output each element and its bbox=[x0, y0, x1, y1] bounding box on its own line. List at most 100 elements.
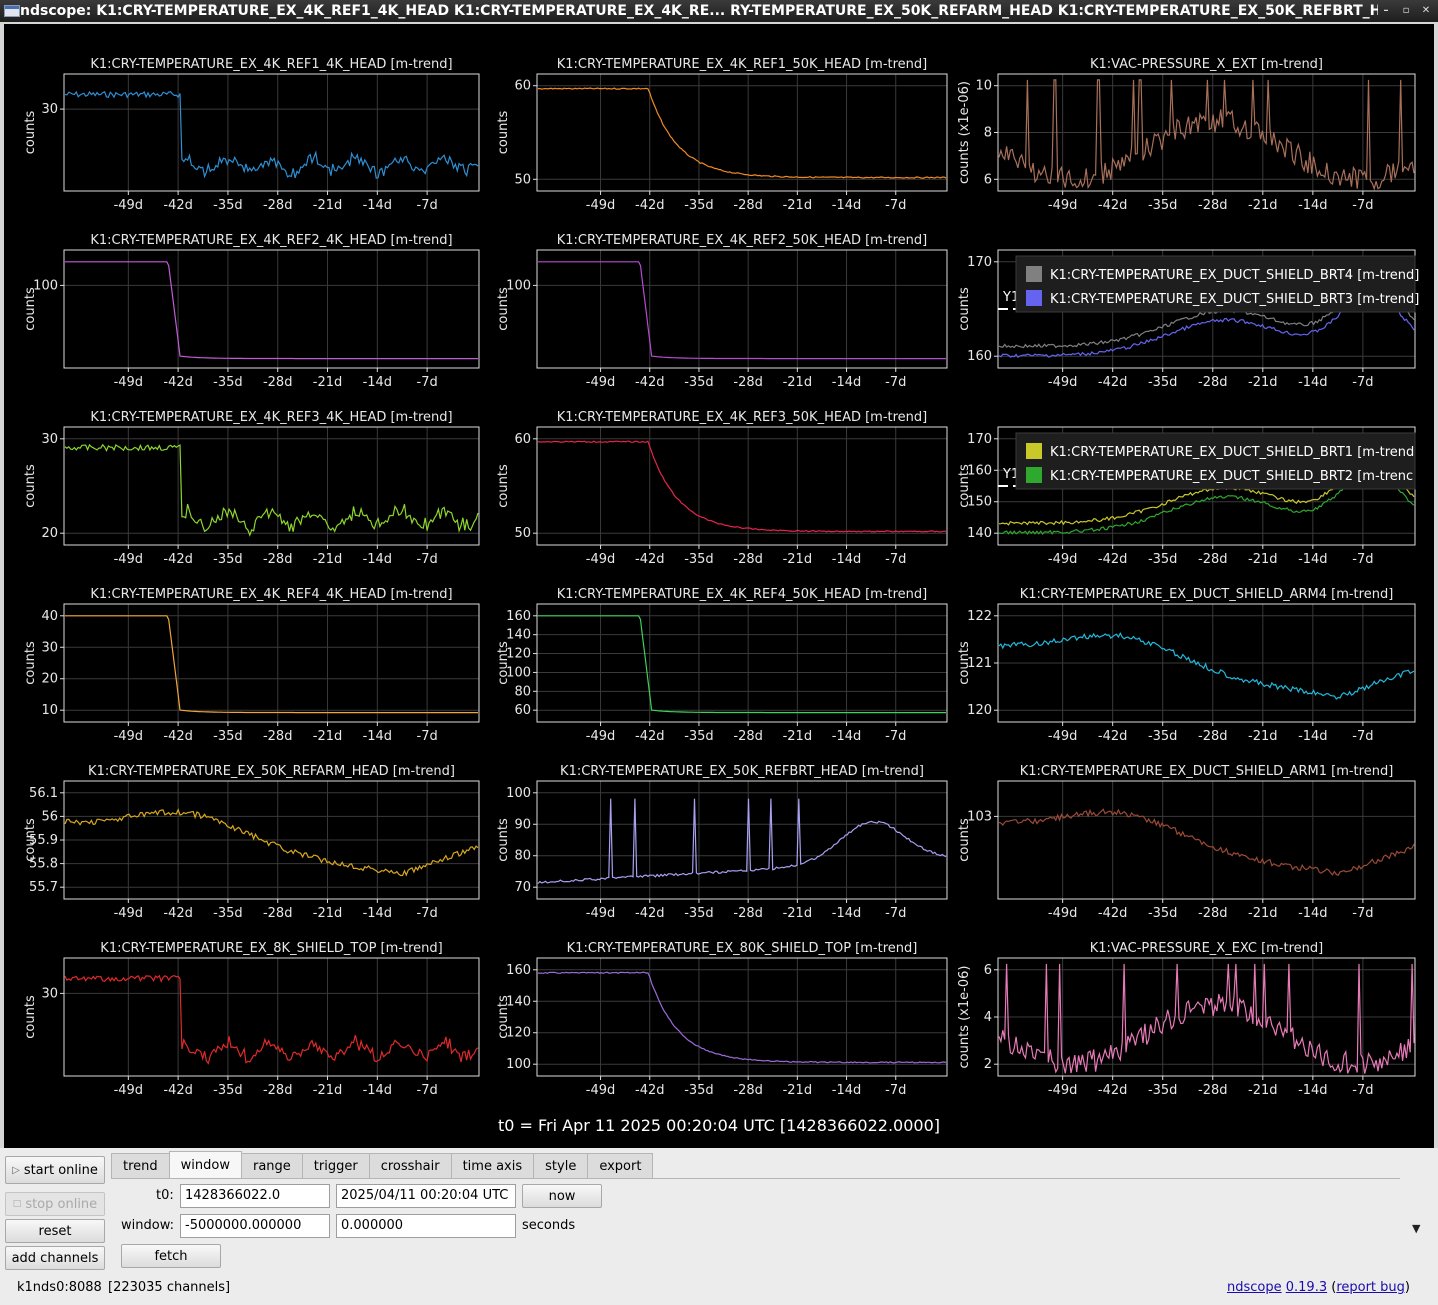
tab-style[interactable]: style bbox=[533, 1153, 589, 1179]
plot-panel[interactable]: K1:CRY-TEMPERATURE_EX_50K_REFBRT_HEAD [m… bbox=[496, 764, 948, 921]
reset-button[interactable]: reset bbox=[5, 1219, 105, 1243]
plot-grid-svg[interactable]: K1:CRY-TEMPERATURE_EX_4K_REF1_4K_HEAD [m… bbox=[4, 24, 1434, 1148]
fetch-button[interactable]: fetch bbox=[121, 1244, 221, 1268]
trace-line bbox=[65, 261, 478, 360]
x-tick-label: -28d bbox=[263, 375, 293, 390]
y-tick-label: 2 bbox=[984, 1057, 992, 1072]
tab-trigger[interactable]: trigger bbox=[301, 1153, 370, 1179]
trace-line bbox=[537, 440, 947, 533]
plot-panel[interactable]: K1:CRY-TEMPERATURE_EX_4K_REF3_50K_HEAD [… bbox=[496, 410, 948, 567]
channel-count: [223035 channels] bbox=[108, 1280, 231, 1295]
trace-line bbox=[64, 808, 479, 877]
x-tick-label: -42d bbox=[635, 198, 665, 213]
window-field-label: window: bbox=[121, 1218, 174, 1233]
y-tick-label: 8 bbox=[984, 126, 992, 141]
x-tick-label: -49d bbox=[114, 1083, 144, 1098]
ndscope-link[interactable]: ndscope bbox=[1227, 1280, 1282, 1295]
plot-panel[interactable]: K1:CRY-TEMPERATURE_EX_DUCT_SHIELD_ARM4 [… bbox=[957, 587, 1416, 744]
x-tick-label: -42d bbox=[1098, 729, 1128, 744]
t0-gps-input[interactable]: 1428366022.0 bbox=[180, 1184, 330, 1208]
x-tick-label: -14d bbox=[363, 552, 393, 567]
add-channels-button[interactable]: add channels bbox=[5, 1246, 105, 1270]
x-tick-label: -28d bbox=[733, 1083, 763, 1098]
tab-trend[interactable]: trend bbox=[111, 1153, 170, 1179]
x-tick-label: -28d bbox=[733, 198, 763, 213]
x-tick-label: -14d bbox=[1298, 198, 1328, 213]
x-tick-label: -35d bbox=[684, 375, 714, 390]
y-axis-label: counts bbox=[957, 641, 972, 685]
plot-panel[interactable]: K1:CRY-TEMPERATURE_EX_4K_REF1_50K_HEAD [… bbox=[496, 57, 948, 213]
y-tick-label: 40 bbox=[41, 609, 58, 624]
y-tick-label: 10 bbox=[975, 79, 992, 94]
plot-panel[interactable]: K1:CRY-TEMPERATURE_EX_50K_REFARM_HEAD [m… bbox=[23, 764, 480, 921]
plot-title: K1:CRY-TEMPERATURE_EX_80K_SHIELD_TOP [m-… bbox=[567, 941, 918, 956]
x-tick-label: -42d bbox=[635, 552, 665, 567]
expand-arrow-icon[interactable]: ▼ bbox=[1412, 1222, 1420, 1235]
x-tick-label: -28d bbox=[733, 729, 763, 744]
now-button[interactable]: now bbox=[522, 1184, 602, 1208]
x-tick-label: -7d bbox=[1352, 552, 1373, 567]
x-tick-label: -35d bbox=[213, 1083, 243, 1098]
tab-window[interactable]: window bbox=[168, 1151, 242, 1179]
plot-panel[interactable]: K1:CRY-TEMPERATURE_EX_4K_REF2_50K_HEAD [… bbox=[496, 233, 948, 390]
x-tick-label: -28d bbox=[263, 906, 293, 921]
stop-online-button[interactable]: □ stop online bbox=[5, 1192, 105, 1216]
plot-frame bbox=[536, 426, 948, 546]
plot-panel[interactable]: K1:CRY-TEMPERATURE_EX_4K_REF1_4K_HEAD [m… bbox=[23, 57, 480, 213]
plot-panel[interactable]: K1:VAC-PRESSURE_X_EXC [m-trend] -49d -42d -… bbox=[957, 941, 1416, 1098]
plot-area[interactable]: K1:CRY-TEMPERATURE_EX_4K_REF1_4K_HEAD [m… bbox=[4, 24, 1434, 1148]
start-online-button[interactable]: ▷ start online bbox=[5, 1156, 105, 1184]
plot-title: K1:CRY-TEMPERATURE_EX_4K_REF1_50K_HEAD [… bbox=[557, 57, 928, 72]
y-axis-label: counts bbox=[957, 287, 972, 331]
tab-time-axis[interactable]: time axis bbox=[450, 1153, 535, 1179]
y-tick-label: 100 bbox=[506, 786, 531, 801]
y-tick-label: 56 bbox=[41, 809, 58, 824]
window-title: ndscope: K1:CRY-TEMPERATURE_EX_4K_REF1_4… bbox=[20, 3, 1378, 19]
y-axis-label: counts bbox=[23, 287, 38, 331]
plot-panel[interactable]: -49d-42d-35d-28d-21d-14d-7d170160countsY… bbox=[957, 249, 1419, 390]
plot-panel[interactable]: K1:CRY-TEMPERATURE_EX_4K_REF4_4K_HEAD [m… bbox=[23, 587, 480, 744]
tab-range[interactable]: range bbox=[240, 1153, 303, 1179]
t0-utc-input[interactable]: 2025/04/11 00:20:04 UTC bbox=[336, 1184, 516, 1208]
tab-crosshair[interactable]: crosshair bbox=[368, 1153, 452, 1179]
x-tick-label: -14d bbox=[832, 375, 862, 390]
plot-panel[interactable]: K1:CRY-TEMPERATURE_EX_4K_REF2_4K_HEAD [m… bbox=[23, 233, 480, 390]
x-tick-label: -42d bbox=[163, 198, 193, 213]
x-tick-label: -14d bbox=[1298, 375, 1328, 390]
tab-export[interactable]: export bbox=[587, 1153, 654, 1179]
plot-panel[interactable]: K1:CRY-TEMPERATURE_EX_8K_SHIELD_TOP [m-t… bbox=[23, 941, 480, 1098]
window-start-input[interactable]: -5000000.000000 bbox=[180, 1214, 330, 1238]
x-tick-label: -42d bbox=[1098, 552, 1128, 567]
x-tick-label: -7d bbox=[1352, 198, 1373, 213]
x-tick-label: -49d bbox=[1048, 729, 1078, 744]
trace-line bbox=[538, 971, 947, 1064]
x-tick-label: -28d bbox=[263, 552, 293, 567]
plot-panel[interactable]: K1:CRY-TEMPERATURE_EX_DUCT_SHIELD_ARM1 [… bbox=[957, 764, 1416, 921]
plot-title: K1:CRY-TEMPERATURE_EX_4K_REF1_4K_HEAD [m… bbox=[90, 57, 452, 72]
report-bug-link[interactable]: report bug bbox=[1336, 1280, 1405, 1295]
y-tick-label: 170 bbox=[967, 255, 992, 270]
version-link[interactable]: 0.19.3 bbox=[1286, 1280, 1327, 1295]
y-tick-label: 56.1 bbox=[29, 786, 58, 801]
y-tick-label: 80 bbox=[514, 684, 531, 699]
x-tick-label: -21d bbox=[313, 729, 343, 744]
minimize-button[interactable]: – bbox=[1378, 3, 1394, 19]
plot-panel[interactable]: -49d -42d -35d -28d -21d -14d -7d170160150140c… bbox=[957, 426, 1416, 567]
plot-panel[interactable]: K1:VAC-PRESSURE_X_EXT [m-trend] -49d -42d -… bbox=[957, 57, 1416, 213]
x-tick-label: -28d bbox=[733, 375, 763, 390]
plot-panel[interactable]: K1:CRY-TEMPERATURE_EX_4K_REF4_50K_HEAD [… bbox=[496, 587, 948, 744]
window-end-input[interactable]: 0.000000 bbox=[336, 1214, 516, 1238]
maximize-button[interactable]: ▫ bbox=[1398, 3, 1414, 19]
play-icon: ▷ bbox=[12, 1164, 20, 1176]
plot-title: K1:CRY-TEMPERATURE_EX_4K_REF4_50K_HEAD [… bbox=[557, 587, 928, 602]
plot-title: K1:VAC-PRESSURE_X_EXT [m-trend] bbox=[1090, 57, 1323, 72]
y-tick-label: 90 bbox=[514, 817, 531, 832]
x-tick-label: -35d bbox=[684, 729, 714, 744]
x-tick-label: -7d bbox=[885, 198, 906, 213]
x-tick-label: -14d bbox=[832, 1083, 862, 1098]
plot-panel[interactable]: K1:CRY-TEMPERATURE_EX_80K_SHIELD_TOP [m-… bbox=[496, 941, 948, 1098]
plot-panel[interactable]: K1:CRY-TEMPERATURE_EX_4K_REF3_4K_HEAD [m… bbox=[23, 410, 480, 567]
close-button[interactable]: ✕ bbox=[1418, 3, 1434, 19]
y-tick-label: 55.7 bbox=[29, 880, 58, 895]
y-tick-label: 60 bbox=[514, 703, 531, 718]
